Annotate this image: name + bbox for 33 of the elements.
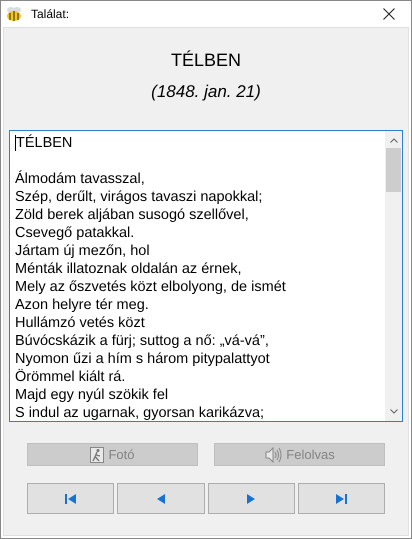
poem-line: Szép, derűlt, virágos tavaszi napokkal; — [15, 188, 262, 206]
speaker-icon — [264, 446, 282, 462]
bee-icon — [5, 6, 23, 22]
poem-line: Ménták illatoznak oldalán az érnek, — [15, 260, 242, 278]
walking-figure-icon — [90, 446, 104, 462]
next-arrow-icon — [247, 494, 256, 504]
scroll-up-icon — [390, 138, 398, 143]
poem-line: Búvócskázik a fürj; suttog a nő: „vá-vá”, — [15, 332, 269, 350]
poem-line: Nyomon űzi a hím s három pitypalattyot — [15, 350, 270, 368]
previous-arrow-icon — [156, 494, 165, 504]
text-cursor — [15, 135, 16, 151]
poem-title: TÉLBEN — [170, 49, 242, 71]
poem-date: (1848. jan. 21) — [151, 81, 261, 103]
close-icon — [383, 8, 395, 20]
poem-line: TÉLBEN — [16, 134, 72, 152]
poem-line: Álmodám tavasszal, — [15, 170, 145, 188]
poem-line: Örömmel kiált rá. — [15, 368, 126, 386]
poem-line: Azon helyre tér meg. — [15, 296, 149, 314]
poem-line: Majd egy nyúl szökik fel — [15, 386, 168, 404]
poem-line: Jártam új mezőn, hol — [15, 242, 150, 260]
skip-to-first-icon — [65, 494, 76, 504]
poem-line: Mely az őszvetés közt elbolyong, de ismét — [15, 278, 286, 296]
first-button[interactable] — [27, 483, 114, 514]
skip-to-last-icon — [336, 494, 347, 504]
window-title: Találat: — [31, 6, 70, 23]
poem-line: Csevegő patakkal. — [15, 224, 134, 242]
last-button[interactable] — [298, 483, 385, 514]
poem-line: S indul az ugarnak, gyorsan karikázva; — [15, 404, 264, 421]
poem-line: Hullámzó vetés közt — [15, 314, 145, 332]
poem-line: Zöld berek aljában susogó szellővel, — [15, 206, 249, 224]
scrollbar-thumb[interactable] — [386, 148, 401, 192]
scrollbar[interactable] — [385, 131, 402, 421]
scroll-down-icon — [390, 409, 398, 414]
